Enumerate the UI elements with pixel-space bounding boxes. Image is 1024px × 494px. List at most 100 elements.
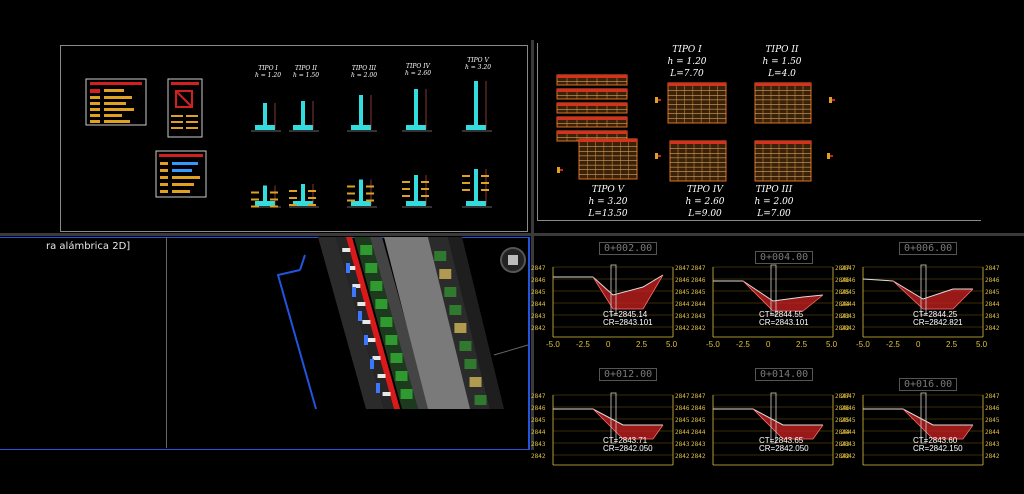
wall-elevations-top [251, 81, 492, 208]
property-boundary [276, 269, 317, 410]
section-x-tick: 2.5 [636, 340, 648, 349]
viewport-sections[interactable]: 2847 2847 2846 2846 2845 2845 2844 2844 2843 2843… [531, 237, 1000, 466]
parking-mark [362, 320, 371, 324]
wall-stem [359, 95, 363, 129]
section-cr: CR=2842.050 [759, 444, 809, 453]
table-tipo1 [667, 82, 727, 124]
section-y-tick: 2842 [841, 453, 856, 460]
wall-note [270, 198, 278, 201]
table-header [668, 83, 726, 86]
wall-note [289, 204, 297, 206]
section-y-tick: 2847 [841, 265, 856, 272]
section-y-tick: 2843 [675, 313, 690, 320]
wall-note [481, 175, 489, 177]
table-header [755, 83, 811, 86]
section-cr: CR=2842.821 [913, 318, 963, 327]
section-x-tick: -2.5 [886, 340, 900, 349]
wall-stem [414, 89, 418, 129]
section-station-label: 0+016.00 [899, 378, 958, 391]
section-y-tick: 2844 [531, 429, 546, 436]
section-y-tick: 2843 [531, 313, 546, 320]
section-y-tick: 2842 [675, 325, 690, 332]
section-y-tick: 2847 [675, 393, 690, 400]
road-group [318, 237, 504, 409]
section-station-label: 0+014.00 [755, 368, 814, 381]
wall-note [251, 205, 259, 208]
parking-mark [357, 302, 366, 306]
section-y-tick: 2843 [531, 441, 546, 448]
property-boundary [299, 254, 306, 271]
table-tipo3 [754, 140, 812, 182]
wall-footing [466, 125, 486, 130]
wall-note [366, 192, 374, 195]
planting-bed [444, 287, 457, 297]
wall-footing [255, 201, 275, 206]
planting-bed [390, 353, 403, 363]
cross-sections: 2847 28472846 28462845 28452844 28442843 2843… [531, 264, 1000, 466]
plan-marker [376, 383, 380, 393]
wall-note [366, 199, 374, 202]
cut-fill-area [593, 409, 663, 439]
table-marker [655, 97, 658, 103]
parking-mark [367, 338, 376, 342]
grid-line [493, 344, 529, 356]
wall-note [402, 181, 410, 183]
section-cr: CR=2843.101 [759, 318, 809, 327]
section-y-tick: 2842 [531, 453, 546, 460]
section-y-tick: 2843 [985, 313, 1000, 320]
section-x-tick: 5.0 [666, 340, 678, 349]
table-header [557, 117, 627, 120]
planting-bed [434, 251, 447, 261]
section-y-tick: 2846 [841, 277, 856, 284]
plan-marker [358, 311, 362, 321]
table-marker [832, 99, 835, 101]
section-y-tick: 2844 [691, 301, 706, 308]
section-y-tick: 2844 [531, 301, 546, 308]
table-header [579, 139, 637, 142]
section-y-tick: 2843 [841, 313, 856, 320]
wall-footing [255, 125, 275, 130]
section-cr: CR=2842.050 [603, 444, 653, 453]
wall-stem [474, 81, 478, 129]
section-y-tick: 2843 [691, 313, 706, 320]
table-marker [829, 97, 832, 103]
parking-mark [377, 374, 386, 378]
section-y-tick: 2842 [691, 325, 706, 332]
wall-stem [301, 101, 305, 129]
section-y-tick: 2846 [985, 277, 1000, 284]
section-x-tick: -5.0 [856, 340, 870, 349]
wall-note [308, 190, 316, 192]
section-y-tick: 2843 [691, 441, 706, 448]
wall-stem [474, 169, 478, 205]
table-tipo2 [754, 82, 812, 124]
planting-bed [395, 371, 408, 381]
viewport-splitter-vertical[interactable] [531, 40, 534, 450]
wall-footing [406, 125, 426, 130]
section-y-tick: 2842 [841, 325, 856, 332]
table-marker [827, 153, 830, 159]
viewport-wall-types[interactable]: TIPO I h = 1.20 TIPO II h = 1.50 TIPO II… [60, 45, 528, 232]
section-y-tick: 2845 [531, 289, 546, 296]
section-station-label: 0+006.00 [899, 242, 958, 255]
table-marker [658, 99, 661, 101]
wall-footing [351, 125, 371, 130]
section-y-tick: 2842 [675, 453, 690, 460]
section-y-tick: 2845 [691, 289, 706, 296]
planting-bed [380, 317, 393, 327]
viewport-tables[interactable]: TIPO I h = 1.20 L=7.70 TIPO II h = 1.50 … [537, 43, 982, 222]
viewcube-icon[interactable] [500, 247, 526, 273]
section-x-tick: 0 [766, 340, 771, 349]
table-marker [560, 169, 563, 171]
viewport-plan[interactable]: ra alámbrica 2D] [0, 237, 530, 450]
section-y-tick: 2845 [531, 417, 546, 424]
section-y-tick: 2844 [841, 301, 856, 308]
section-y-tick: 2847 [691, 393, 706, 400]
wall-note [402, 195, 410, 197]
planting-bed [469, 377, 482, 387]
section-x-tick: 0 [916, 340, 921, 349]
section-y-tick: 2844 [985, 429, 1000, 436]
viewport-splitter-horizontal[interactable] [0, 233, 1024, 236]
wall-note [462, 182, 470, 184]
table-marker [658, 155, 661, 157]
wall-note [251, 191, 259, 194]
